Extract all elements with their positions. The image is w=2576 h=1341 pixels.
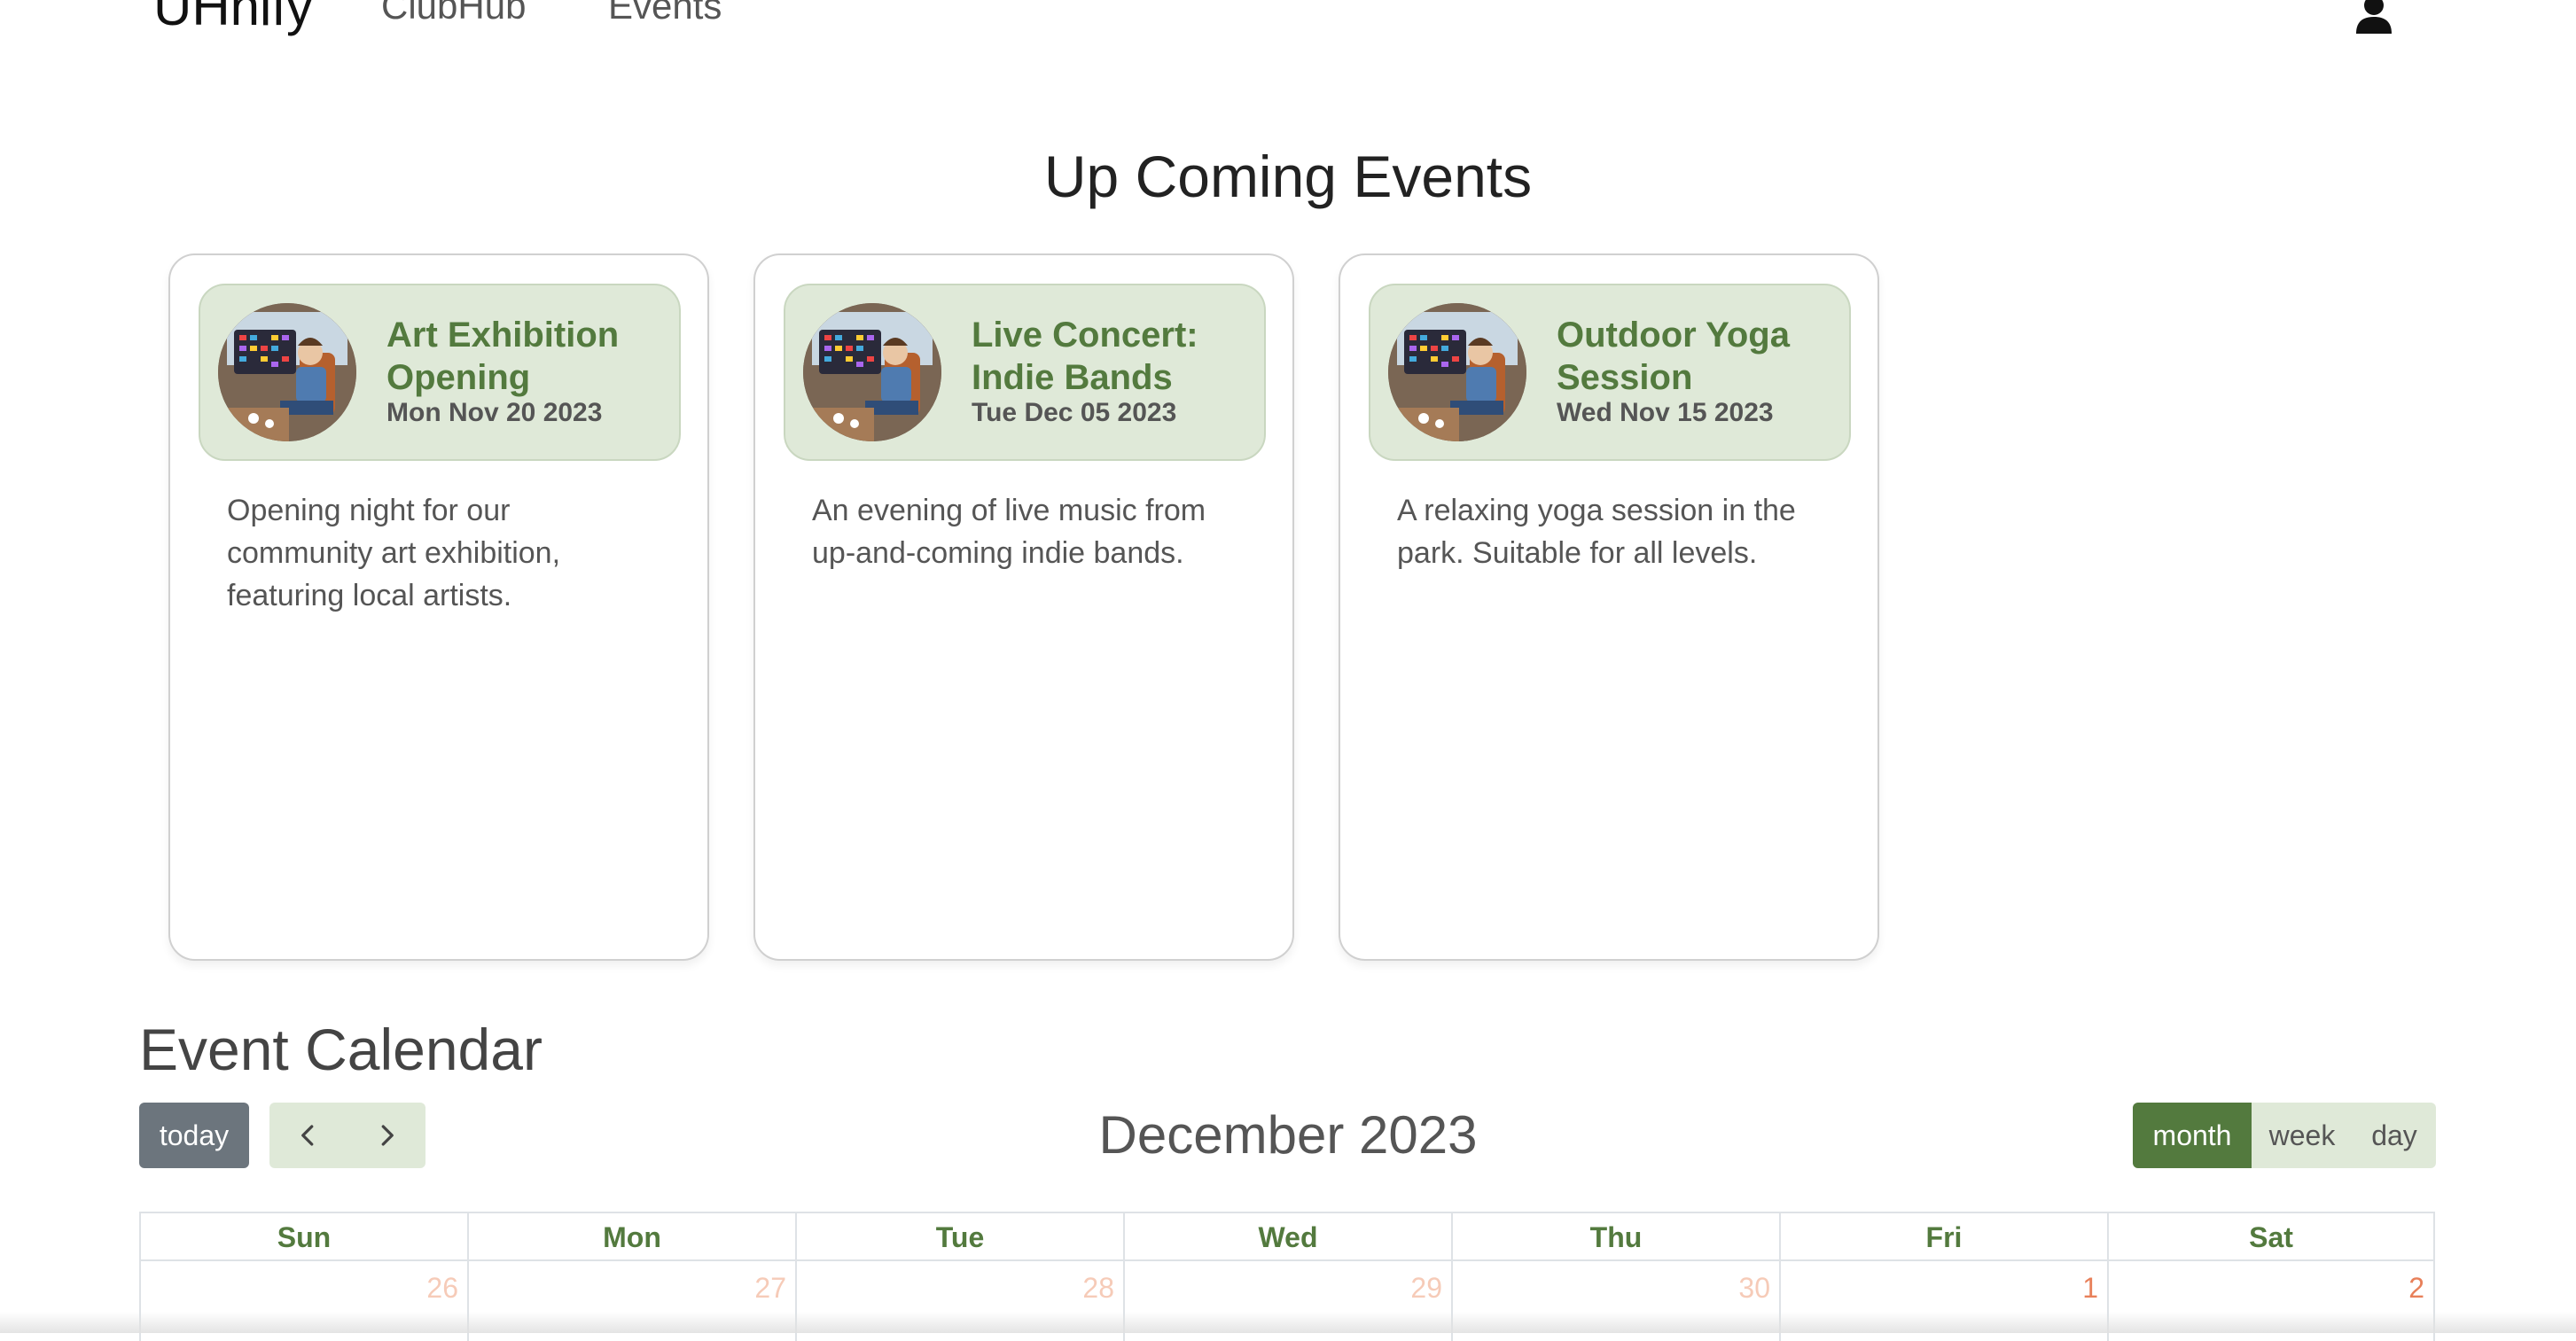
event-description: Opening night for our community art exhi… bbox=[227, 494, 561, 612]
event-card-header: Art Exhibition Opening Mon Nov 20 2023 bbox=[199, 284, 681, 461]
event-card-header: Live Concert: Indie Bands Tue Dec 05 202… bbox=[784, 284, 1266, 461]
event-avatar bbox=[218, 303, 356, 441]
weekday-header: Sun bbox=[139, 1212, 467, 1261]
upcoming-events-title: Up Coming Events bbox=[1043, 144, 1533, 209]
bottom-shadow bbox=[0, 1312, 2576, 1333]
event-date: Mon Nov 20 2023 bbox=[386, 398, 603, 427]
event-date: Wed Nov 15 2023 bbox=[1557, 398, 1774, 427]
view-day-button[interactable]: day bbox=[2353, 1103, 2436, 1168]
weekday-header: Thu bbox=[1451, 1212, 1779, 1261]
event-date: Tue Dec 05 2023 bbox=[972, 398, 1177, 427]
view-switcher: month week day bbox=[2133, 1103, 2436, 1168]
user-icon[interactable] bbox=[2354, 0, 2393, 34]
event-title: Art Exhibition Opening bbox=[386, 316, 620, 397]
event-card[interactable]: Live Concert: Indie Bands Tue Dec 05 202… bbox=[753, 253, 1294, 961]
nav-link-events[interactable]: Events bbox=[608, 0, 722, 25]
event-card[interactable]: Art Exhibition Opening Mon Nov 20 2023 O… bbox=[168, 253, 709, 961]
event-description: An evening of live music from up-and-com… bbox=[812, 494, 1206, 570]
event-card[interactable]: Outdoor Yoga Session Wed Nov 15 2023 A r… bbox=[1339, 253, 1879, 961]
brand-logo[interactable]: UHnify bbox=[153, 0, 313, 34]
nav-link-clubhub[interactable]: ClubHub bbox=[381, 0, 526, 25]
event-calendar-title: Event Calendar bbox=[139, 1017, 543, 1082]
weekday-header-row: Sun Mon Tue Wed Thu Fri Sat bbox=[139, 1212, 2437, 1261]
event-title: Outdoor Yoga Session bbox=[1557, 316, 1790, 397]
event-description: A relaxing yoga session in the park. Sui… bbox=[1397, 494, 1796, 570]
weekday-header: Wed bbox=[1123, 1212, 1451, 1261]
event-avatar bbox=[803, 303, 941, 441]
view-week-button[interactable]: week bbox=[2252, 1103, 2353, 1168]
weekday-header: Sat bbox=[2107, 1212, 2435, 1261]
event-card-header: Outdoor Yoga Session Wed Nov 15 2023 bbox=[1369, 284, 1851, 461]
weekday-header: Tue bbox=[795, 1212, 1123, 1261]
event-avatar bbox=[1388, 303, 1526, 441]
weekday-header: Fri bbox=[1779, 1212, 2107, 1261]
view-month-button[interactable]: month bbox=[2133, 1103, 2252, 1168]
navbar: UHnify ClubHub Events bbox=[0, 0, 2576, 53]
weekday-header: Mon bbox=[467, 1212, 795, 1261]
event-title: Live Concert: Indie Bands bbox=[972, 316, 1198, 397]
